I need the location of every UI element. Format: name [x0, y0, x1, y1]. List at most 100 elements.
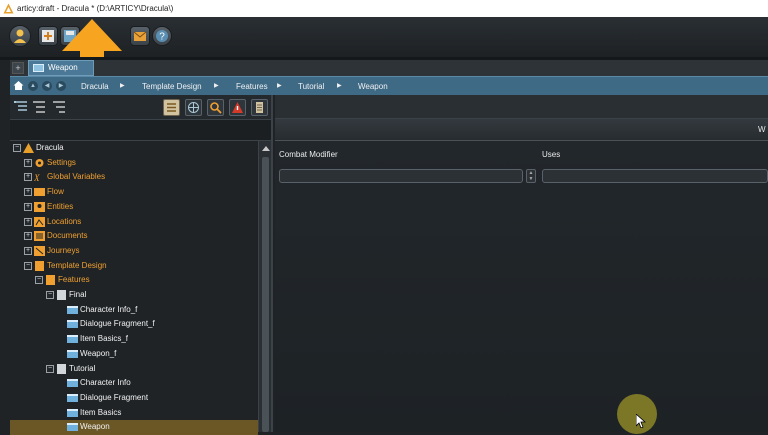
expand-toggle[interactable]: +	[24, 217, 32, 226]
tree-item-character-info-f[interactable]: Character Info_f	[10, 303, 258, 318]
feature-icon	[67, 379, 78, 388]
collapse-toggle[interactable]: −	[13, 144, 21, 152]
locations-icon	[34, 216, 45, 227]
breadcrumb-item[interactable]: Weapon	[358, 77, 388, 96]
tree-item-dialogue-fragment[interactable]: Dialogue Fragment	[10, 391, 258, 406]
uses-input[interactable]	[542, 169, 768, 183]
collapse-toggle[interactable]: −	[46, 364, 54, 373]
breadcrumb-separator-icon: ▶	[214, 83, 219, 89]
nav-up-button[interactable]: ▲	[28, 81, 38, 91]
scrollbar-thumb[interactable]	[262, 157, 269, 432]
tab-weapon[interactable]: Weapon	[28, 60, 94, 76]
globe-icon	[188, 102, 199, 113]
expand-toggle[interactable]: +	[24, 232, 32, 241]
scroll-up-icon[interactable]	[262, 146, 270, 151]
tree-scrollbar[interactable]	[258, 141, 273, 432]
collapse-toggle[interactable]: −	[35, 276, 43, 285]
breadcrumb-item[interactable]: Features	[236, 77, 268, 96]
tree-item-label: Weapon	[80, 422, 110, 432]
expand-tree-icon[interactable]	[51, 99, 67, 115]
folder-icon	[57, 363, 66, 374]
gear-icon	[35, 158, 44, 167]
warning-icon	[232, 102, 243, 113]
help-button[interactable]: ?	[152, 26, 172, 46]
search-button[interactable]	[207, 99, 224, 116]
navigator-toolbar	[10, 95, 273, 119]
breadcrumb-item[interactable]: Dracula	[81, 77, 109, 96]
home-icon[interactable]	[13, 80, 24, 91]
tree-view-icon[interactable]	[13, 99, 29, 115]
breadcrumb-separator-icon: ▶	[277, 83, 282, 89]
breadcrumb-item[interactable]: Template Design	[142, 77, 202, 96]
tree-item-label: Item Basics_f	[80, 334, 129, 344]
breadcrumb-separator-icon: ▶	[120, 83, 125, 89]
tree-item-journeys[interactable]: + Journeys	[10, 244, 258, 259]
feature-icon	[67, 305, 78, 314]
expand-toggle[interactable]: +	[24, 246, 32, 255]
expand-toggle[interactable]: +	[24, 173, 32, 182]
tree-item-item-basics[interactable]: Item Basics	[10, 406, 258, 421]
tab-strip: + Weapon	[10, 60, 768, 76]
tree-item-label: Final	[69, 290, 87, 299]
user-icon	[14, 29, 26, 43]
tree-item-features[interactable]: − Features	[10, 273, 258, 288]
tree-item-entities[interactable]: + Entities	[10, 200, 258, 215]
tree-item-flow[interactable]: + Flow	[10, 185, 258, 200]
uses-label: Uses	[542, 150, 561, 159]
feature-icon	[67, 335, 78, 344]
tree-item-label: Entities	[47, 201, 74, 211]
tree-item-label: Settings	[47, 157, 76, 167]
expand-toggle[interactable]: +	[24, 158, 32, 167]
tree-item-settings[interactable]: + Settings	[10, 156, 258, 171]
mouse-cursor-icon	[636, 414, 646, 428]
nav-back-button[interactable]: ◀	[42, 81, 52, 91]
help-icon: ?	[156, 30, 168, 43]
add-icon	[42, 30, 54, 42]
tree-item-documents[interactable]: + Documents	[10, 229, 258, 244]
globe-button[interactable]	[185, 99, 202, 116]
mail-icon	[133, 31, 147, 41]
new-object-button[interactable]	[38, 26, 58, 46]
tree-item-label: Weapon_f	[80, 348, 117, 358]
collapse-toggle[interactable]: −	[24, 261, 32, 270]
tree-item-label: Journeys	[47, 245, 80, 255]
tree-item-template-design[interactable]: − Template Design	[10, 259, 258, 274]
tree-item-final[interactable]: − Final	[10, 288, 258, 303]
filter-view-button[interactable]	[163, 99, 180, 116]
nav-forward-button[interactable]: ▶	[56, 81, 66, 91]
combat-modifier-label: Combat Modifier	[279, 150, 338, 159]
list-button[interactable]	[251, 99, 268, 116]
tree-item-weapon[interactable]: Weapon	[10, 420, 258, 435]
combat-modifier-input[interactable]	[279, 169, 523, 183]
feature-icon	[67, 320, 78, 329]
breadcrumb-separator-icon: ▶	[337, 83, 342, 89]
add-tab-button[interactable]: +	[12, 62, 24, 74]
features-folder-icon	[46, 275, 55, 286]
tree-item-locations[interactable]: + Locations	[10, 215, 258, 230]
tree-item-tutorial[interactable]: − Tutorial	[10, 362, 258, 377]
tree-item-item-basics-f[interactable]: Item Basics_f	[10, 332, 258, 347]
tree-item-dialogue-fragment-f[interactable]: Dialogue Fragment_f	[10, 317, 258, 332]
tree-item-label: Locations	[47, 216, 82, 226]
collapse-toggle[interactable]: −	[46, 291, 54, 299]
spin-down-icon[interactable]: ▼	[527, 176, 535, 182]
expand-toggle[interactable]: +	[24, 188, 32, 197]
svg-text:?: ?	[159, 32, 165, 43]
list-filter-icon	[167, 103, 176, 112]
journeys-icon	[34, 245, 45, 256]
warnings-button[interactable]	[229, 99, 246, 116]
tree-item-label: Features	[58, 275, 90, 285]
tree-item-dracula[interactable]: − Dracula	[10, 141, 258, 156]
mail-button[interactable]	[130, 26, 150, 46]
combat-modifier-stepper[interactable]: ▲ ▼	[526, 169, 536, 183]
articy-app-icon	[3, 3, 14, 14]
expand-toggle[interactable]: +	[24, 202, 32, 211]
user-menu-button[interactable]	[9, 25, 31, 47]
breadcrumb-item[interactable]: Tutorial	[298, 77, 324, 96]
tree-item-weapon-f[interactable]: Weapon_f	[10, 347, 258, 362]
feature-icon	[67, 423, 78, 432]
navigator-header	[10, 119, 273, 141]
tree-item-global-variables[interactable]: + X Global Variables	[10, 170, 258, 185]
tree-item-character-info[interactable]: Character Info	[10, 376, 258, 391]
collapse-tree-icon[interactable]	[31, 99, 47, 115]
